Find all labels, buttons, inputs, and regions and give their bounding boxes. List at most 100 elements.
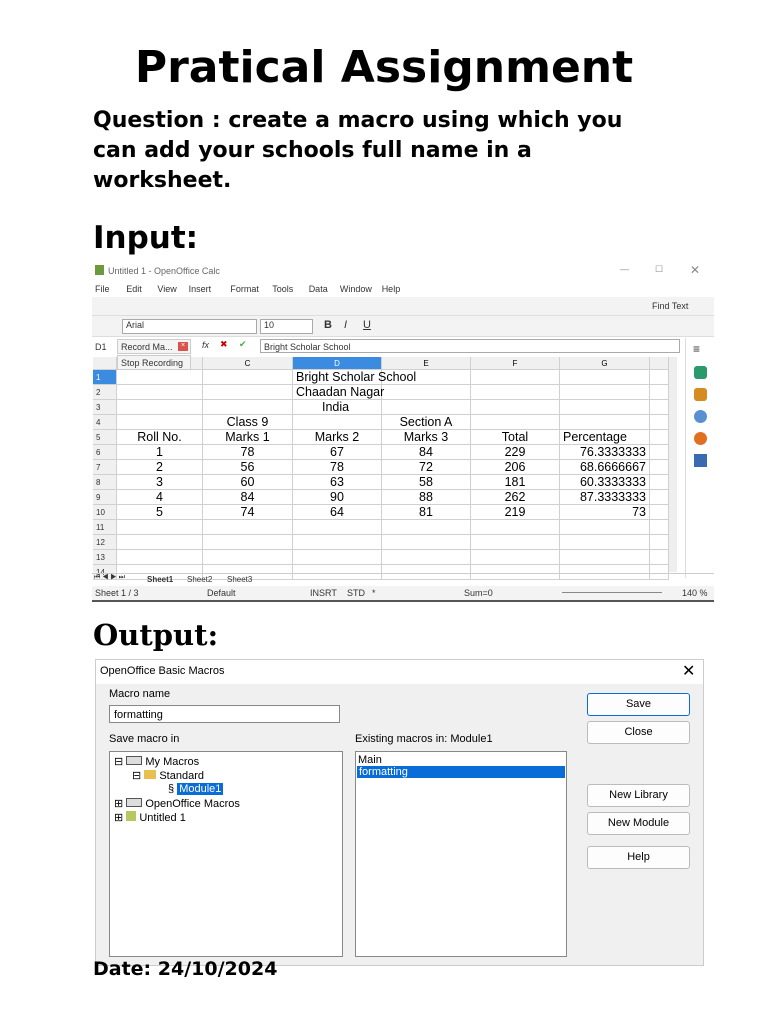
row-header[interactable]: 13 [93, 550, 117, 565]
cell[interactable] [471, 520, 560, 535]
formula-input[interactable]: Bright Scholar School [260, 339, 680, 353]
cell[interactable]: 90 [293, 490, 382, 505]
menu-data[interactable]: Data [309, 284, 328, 294]
row-header[interactable]: 11 [93, 520, 117, 535]
help-button[interactable]: Help [587, 846, 690, 869]
row-header[interactable]: 8 [93, 475, 117, 490]
cell[interactable]: Roll No. [117, 430, 203, 445]
function-wizard-icon[interactable]: fx [202, 340, 209, 350]
cell[interactable] [471, 400, 560, 415]
cell[interactable]: Class 9 [203, 415, 293, 430]
cell[interactable] [117, 415, 203, 430]
cell[interactable]: Bright Scholar School [293, 370, 416, 385]
cell[interactable]: 4 [117, 490, 203, 505]
tree-item-untitled[interactable]: ⊞ Untitled 1 [114, 811, 186, 824]
cell[interactable] [382, 400, 471, 415]
save-button[interactable]: Save [587, 693, 690, 716]
cell[interactable]: 229 [471, 445, 560, 460]
cell[interactable] [560, 370, 650, 385]
cell[interactable] [382, 550, 471, 565]
cell[interactable] [471, 535, 560, 550]
cell[interactable]: 206 [471, 460, 560, 475]
cell[interactable] [117, 520, 203, 535]
gallery-icon[interactable] [694, 410, 707, 423]
functions-icon[interactable] [694, 454, 707, 467]
cell[interactable] [471, 550, 560, 565]
cell[interactable]: 3 [117, 475, 203, 490]
cell[interactable]: 262 [471, 490, 560, 505]
cell[interactable] [382, 535, 471, 550]
corner-cell[interactable] [93, 357, 117, 370]
cell[interactable] [650, 415, 669, 430]
status-selection-mode[interactable]: STD [347, 588, 365, 598]
cell[interactable]: 78 [203, 445, 293, 460]
cell[interactable] [117, 550, 203, 565]
row-header[interactable]: 3 [93, 400, 117, 415]
sheet-nav-icons[interactable]: ⏮ ◀ ▶ ⏭ [94, 574, 125, 582]
cell[interactable] [117, 385, 203, 400]
close-button[interactable]: Close [587, 721, 690, 744]
new-module-button[interactable]: New Module [587, 812, 690, 835]
cell[interactable]: 56 [203, 460, 293, 475]
cell[interactable]: 84 [382, 445, 471, 460]
cell[interactable]: 181 [471, 475, 560, 490]
tree-item-my-macros[interactable]: ⊟ My Macros [114, 755, 199, 768]
cell[interactable]: 81 [382, 505, 471, 520]
row-header[interactable]: 10 [93, 505, 117, 520]
maximize-icon[interactable]: ☐ [655, 264, 663, 275]
cell[interactable]: 63 [293, 475, 382, 490]
cell[interactable] [650, 385, 669, 400]
properties-icon[interactable] [694, 366, 707, 379]
cell[interactable]: 73 [560, 505, 650, 520]
cell[interactable] [117, 535, 203, 550]
menu-format[interactable]: Format [230, 284, 259, 294]
menu-tools[interactable]: Tools [272, 284, 293, 294]
cell[interactable] [293, 415, 382, 430]
menu-window[interactable]: Window [340, 284, 372, 294]
font-name-select[interactable]: Arial [122, 319, 257, 334]
minimize-icon[interactable]: — [620, 264, 629, 274]
cell[interactable] [650, 445, 669, 460]
accept-icon[interactable]: ✔ [239, 339, 247, 350]
cell[interactable]: Percentage [560, 430, 650, 445]
name-box[interactable]: D1 [95, 342, 107, 352]
cell[interactable]: 84 [203, 490, 293, 505]
cell[interactable] [293, 535, 382, 550]
cell[interactable]: 5 [117, 505, 203, 520]
menu-help[interactable]: Help [382, 284, 401, 294]
zoom-slider[interactable] [562, 592, 662, 593]
row-header[interactable]: 12 [93, 535, 117, 550]
sheet-tab-1[interactable]: Sheet1 [147, 575, 173, 584]
macro-name-input[interactable]: formatting [109, 705, 340, 723]
cell[interactable] [203, 385, 293, 400]
tree-item-module1[interactable]: § Module1 [168, 783, 224, 795]
cell[interactable]: 78 [293, 460, 382, 475]
cell[interactable]: Chaadan Nagar [293, 385, 384, 400]
underline-button[interactable]: U [363, 319, 371, 331]
cell[interactable] [471, 385, 560, 400]
cell[interactable]: 74 [203, 505, 293, 520]
cell[interactable] [560, 550, 650, 565]
menu-view[interactable]: View [157, 284, 176, 294]
cell[interactable] [650, 370, 669, 385]
cell[interactable]: 76.3333333 [560, 445, 650, 460]
sheet-tab-3[interactable]: Sheet3 [227, 575, 252, 584]
cell[interactable]: 72 [382, 460, 471, 475]
tree-item-openoffice-macros[interactable]: ⊞ OpenOffice Macros [114, 797, 240, 810]
status-insert-mode[interactable]: INSRT [310, 588, 337, 598]
cell[interactable] [382, 385, 471, 400]
macro-item-formatting[interactable]: formatting [357, 766, 565, 778]
column-header-d[interactable]: D [293, 357, 382, 370]
macro-item-main[interactable]: Main [356, 752, 566, 766]
spreadsheet-grid[interactable]: C D E F G 1 Bright Scholar School 2 Chaadan Naga… [93, 357, 669, 580]
close-icon[interactable]: ✕ [682, 661, 695, 681]
cell[interactable] [650, 460, 669, 475]
cell[interactable]: Total [471, 430, 560, 445]
cell[interactable]: India [293, 400, 382, 415]
cell[interactable] [650, 505, 669, 520]
cell[interactable] [650, 475, 669, 490]
cell[interactable] [650, 520, 669, 535]
font-size-select[interactable]: 10 [260, 319, 313, 334]
row-header[interactable]: 6 [93, 445, 117, 460]
close-icon[interactable]: × [178, 342, 188, 351]
